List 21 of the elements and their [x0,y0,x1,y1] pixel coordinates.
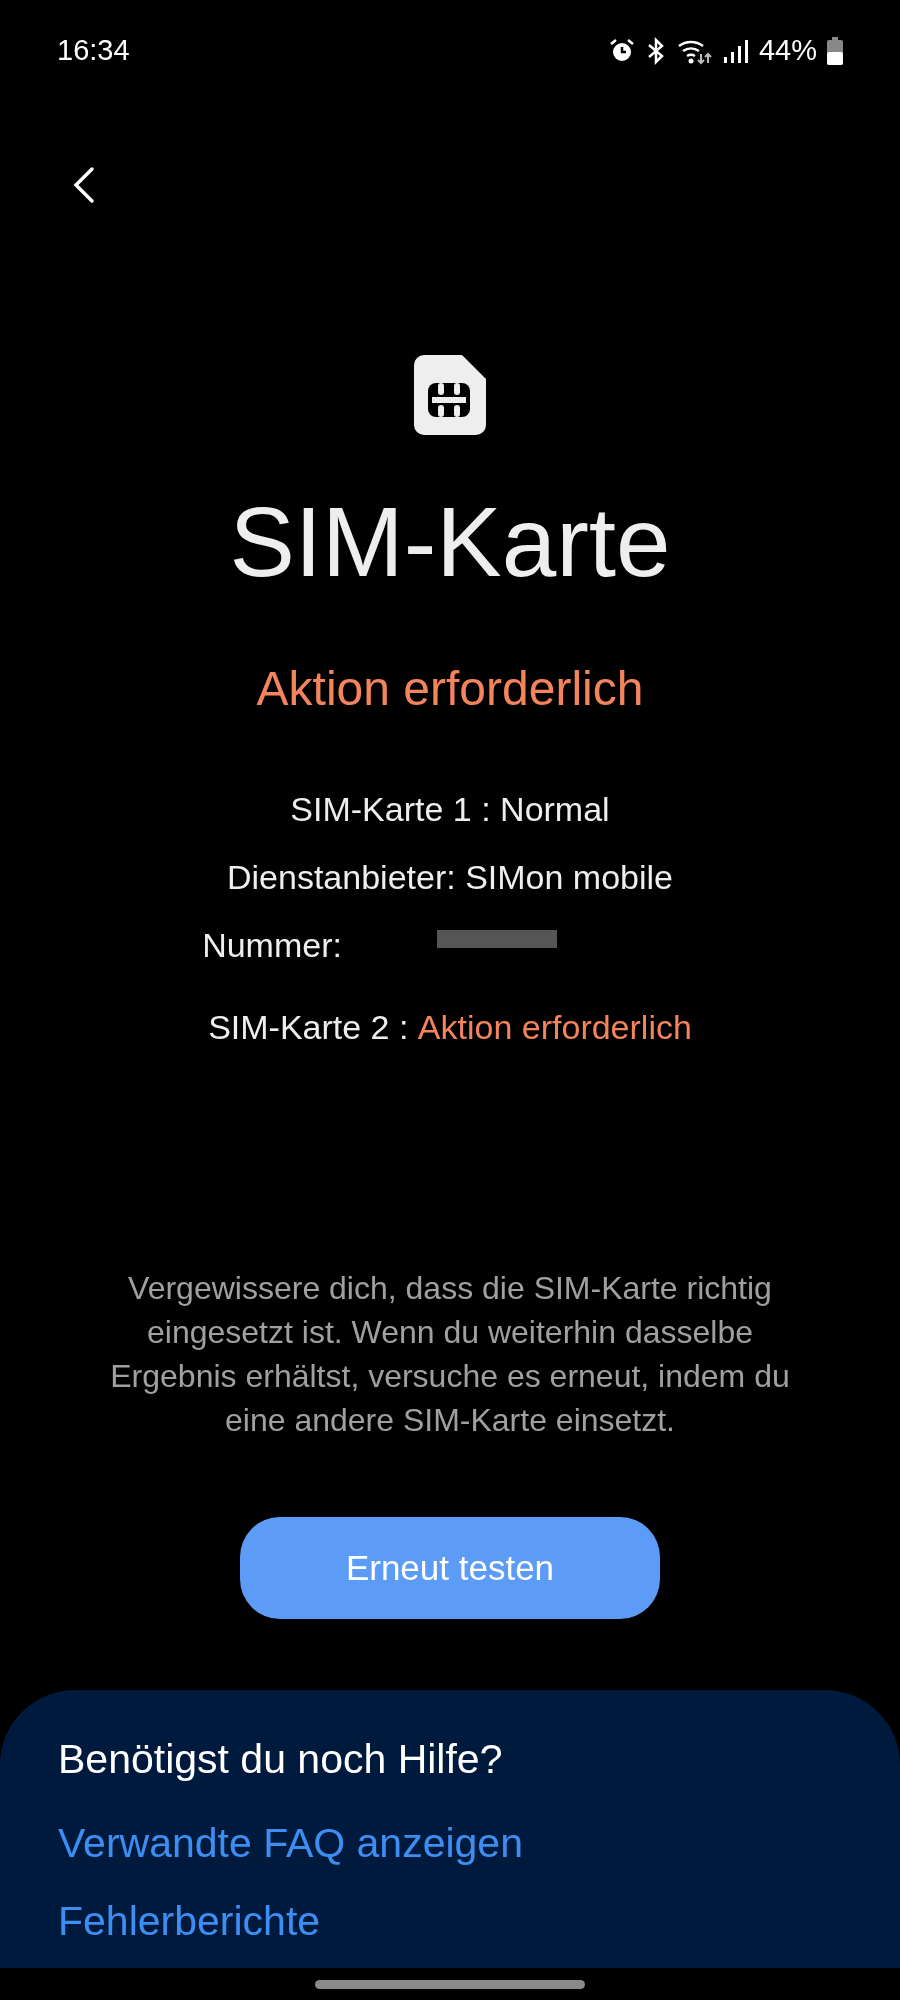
detail-label: SIM-Karte 1 : [290,789,492,830]
signal-icon [722,38,749,64]
hint-text: Vergewissere dich, dass die SIM-Karte richtig eingesetzt ist. Wenn du weiterhin dasselbe Ergebnis erhältst, versuche es erneut, indem du eine andere SIM-Karte einsetzt. [109,1269,791,1440]
detail-label: Nummer: [202,925,342,966]
home-indicator[interactable] [315,1979,585,1989]
detail-label: SIM-Karte 2 : [208,1007,410,1048]
battery-icon [827,37,843,65]
help-title: Benötigst du noch Hilfe? [58,1735,504,1784]
alarm-icon [608,38,635,64]
status-time: 16:34 [57,33,130,69]
detail-value: SIMon mobile [465,857,673,898]
status-text: Aktion erforderlich [256,661,644,717]
detail-value: Aktion erforderlich [417,1007,692,1048]
detail-label: Dienstanbieter: [227,857,457,898]
retest-button[interactable]: Erneut testen [240,1517,660,1619]
help-link[interactable]: Verwandte FAQ anzeigen [58,1816,523,1870]
detail-value: Normal [500,789,610,830]
sim-card-icon [414,355,486,435]
battery-percent: 44% [758,33,817,69]
help-link[interactable]: Fehlerberichte [58,1894,321,1948]
page-title: SIM-Karte [229,493,671,591]
